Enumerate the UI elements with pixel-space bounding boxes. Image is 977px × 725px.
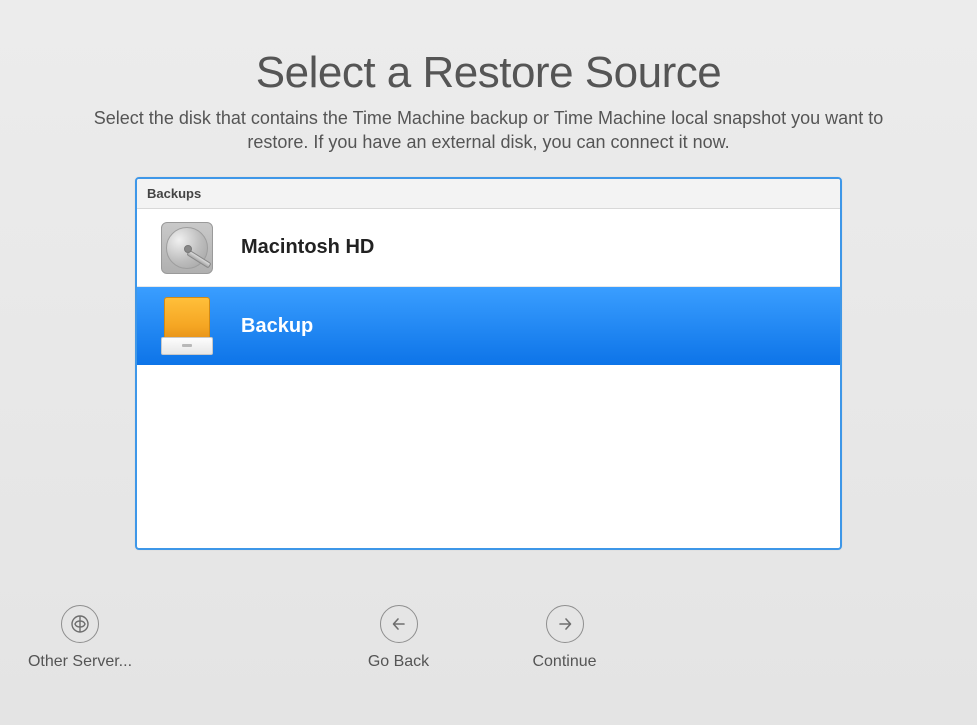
backup-source-panel: Backups Macintosh HD Backup	[135, 177, 842, 550]
other-server-label: Other Server...	[10, 653, 150, 671]
external-disk-icon	[159, 298, 215, 354]
other-server-button[interactable]: Other Server...	[10, 605, 150, 671]
panel-section-label: Backups	[137, 179, 840, 209]
source-item-macintosh-hd[interactable]: Macintosh HD	[137, 209, 840, 287]
go-back-label: Go Back	[329, 653, 469, 671]
backup-source-list: Macintosh HD Backup	[137, 209, 840, 365]
source-item-backup[interactable]: Backup	[137, 287, 840, 365]
source-item-label: Backup	[241, 315, 313, 338]
page-title: Select a Restore Source	[0, 48, 977, 98]
internal-hdd-icon	[159, 220, 215, 276]
continue-label: Continue	[495, 653, 635, 671]
page-subtitle: Select the disk that contains the Time M…	[0, 106, 977, 155]
network-icon	[61, 605, 99, 643]
arrow-right-icon	[546, 605, 584, 643]
footer-toolbar: Other Server... Go Back Continue	[0, 605, 977, 685]
arrow-left-icon	[380, 605, 418, 643]
source-item-label: Macintosh HD	[241, 236, 374, 259]
go-back-button[interactable]: Go Back	[329, 605, 469, 671]
continue-button[interactable]: Continue	[495, 605, 635, 671]
